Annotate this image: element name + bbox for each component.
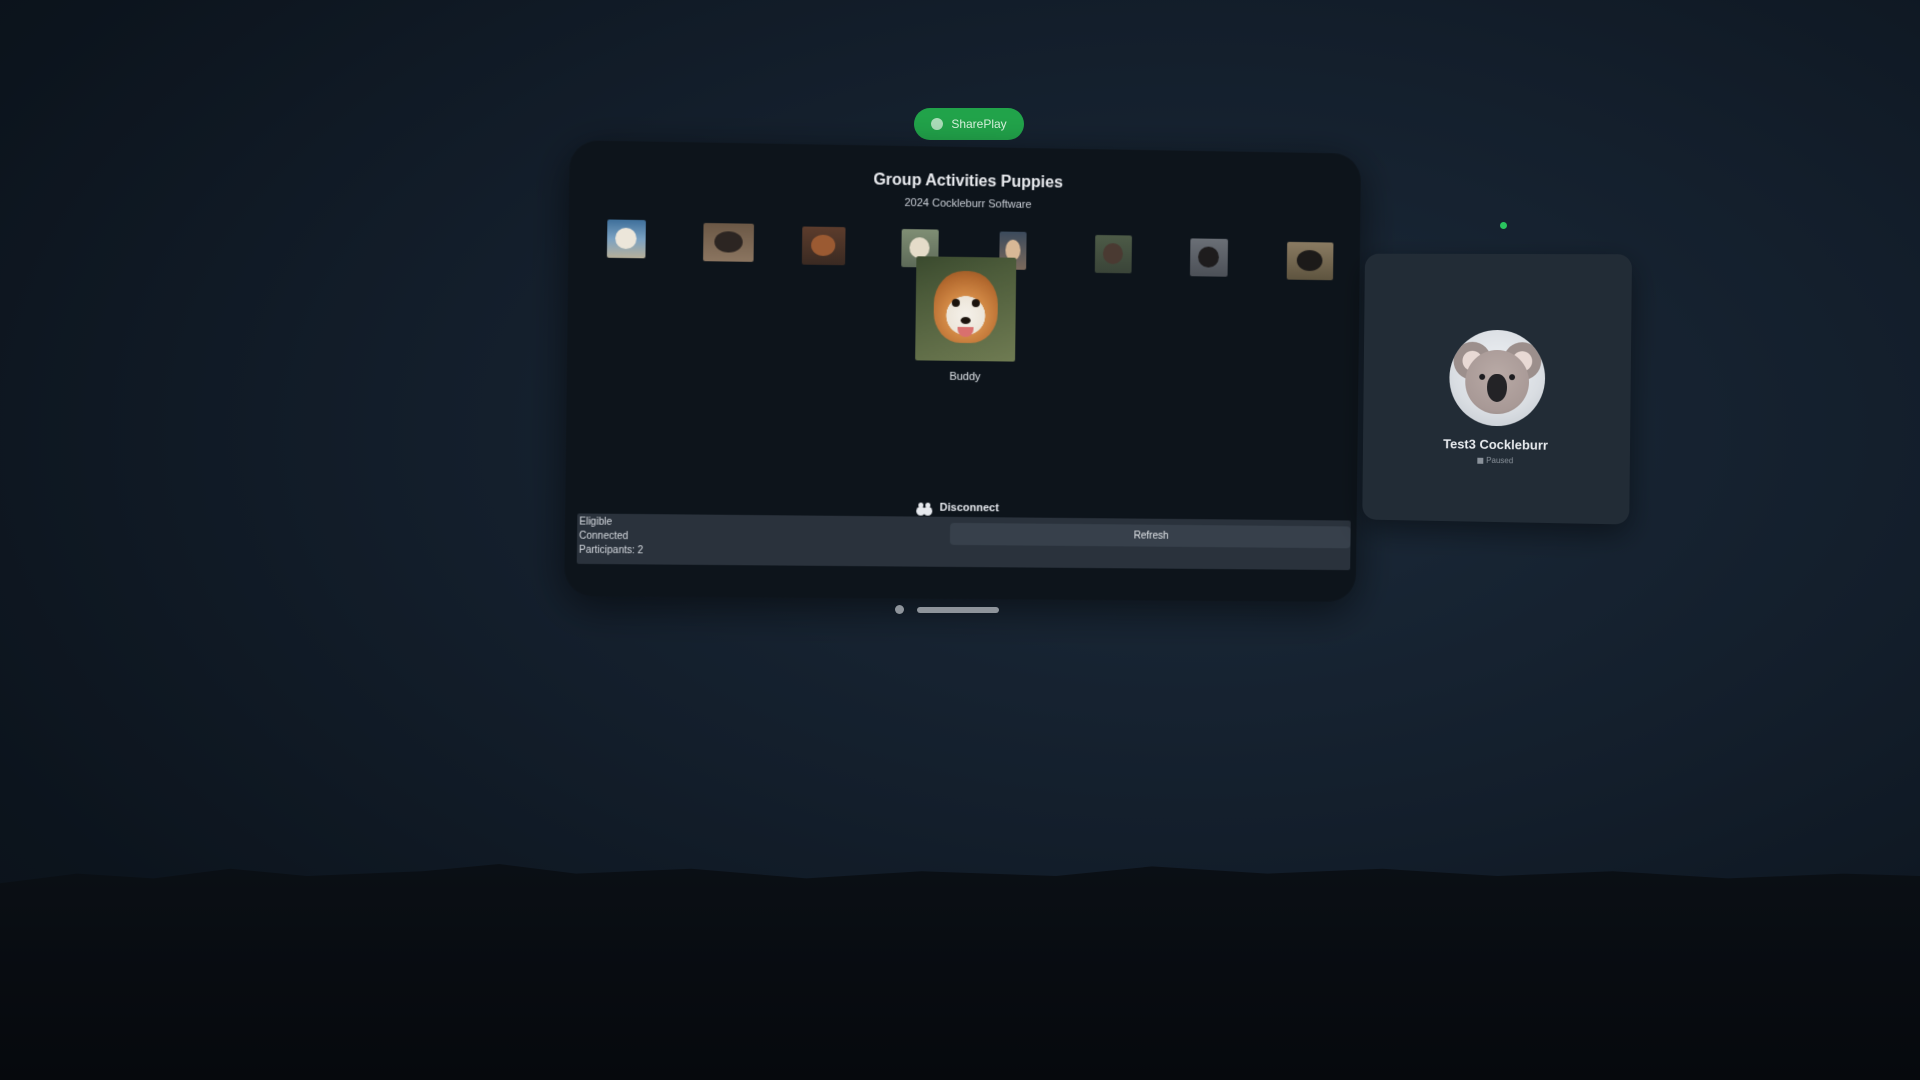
shareplay-label: SharePlay	[951, 117, 1006, 131]
puppy-thumbnail[interactable]	[1190, 238, 1228, 276]
eligible-status: Eligible	[579, 516, 612, 527]
participant-status-label: Paused	[1486, 456, 1513, 465]
shareplay-button[interactable]: SharePlay	[914, 108, 1024, 140]
puppy-thumbnail[interactable]	[1095, 235, 1132, 273]
disconnect-label: Disconnect	[940, 502, 999, 515]
participant-tile: Test3 Cockleburr Paused	[1362, 254, 1632, 525]
puppy-thumbnail[interactable]	[802, 226, 846, 265]
connected-status: Connected	[579, 531, 628, 543]
pause-icon	[1477, 458, 1483, 464]
featured-puppy-name: Buddy	[915, 370, 1015, 383]
refresh-button[interactable]: Refresh	[950, 523, 1351, 548]
puppy-thumbnail[interactable]	[607, 219, 646, 258]
shareplay-icon	[931, 118, 943, 130]
puppy-thumbnail[interactable]	[1287, 242, 1334, 280]
app-window: Group Activities Puppies 2024 Cockleburr…	[564, 140, 1361, 602]
status-panel: Eligible Connected Participants: 2 Refre…	[577, 513, 1351, 570]
window-grabber-bar[interactable]	[917, 607, 999, 613]
active-indicator-dot	[1500, 222, 1507, 229]
puppy-thumbnail[interactable]	[703, 223, 754, 262]
featured-puppy-image	[915, 256, 1016, 361]
refresh-label: Refresh	[1134, 530, 1169, 541]
window-close-dot[interactable]	[895, 605, 904, 614]
landscape-horizon	[0, 840, 1920, 1080]
participant-status: Paused	[1363, 454, 1630, 467]
participants-count: Participants: 2	[579, 545, 643, 557]
people-icon	[918, 502, 934, 513]
puppy-thumbnail-strip	[607, 201, 1331, 264]
koala-memoji-icon	[1449, 330, 1546, 427]
participant-name: Test3 Cockleburr	[1363, 435, 1630, 454]
